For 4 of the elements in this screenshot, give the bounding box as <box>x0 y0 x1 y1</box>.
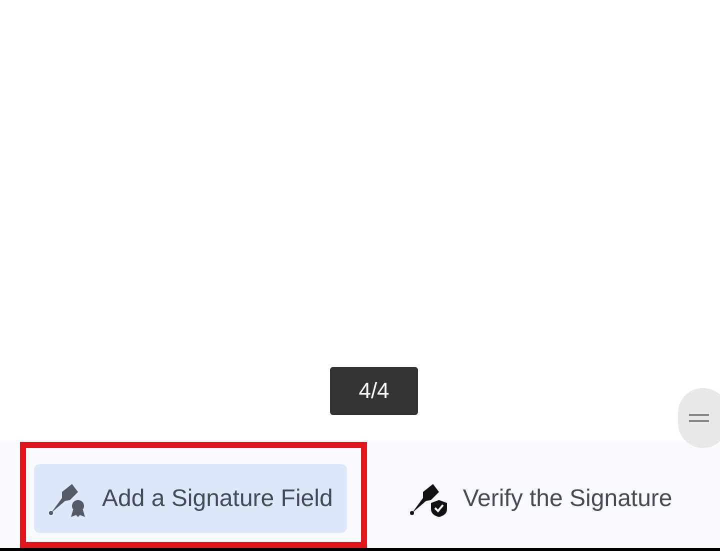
page-indicator: 4/4 <box>330 367 418 415</box>
verify-signature-button[interactable]: Verify the Signature <box>394 464 686 533</box>
drag-handle[interactable] <box>678 388 720 448</box>
add-signature-field-button[interactable]: Add a Signature Field <box>34 464 347 533</box>
